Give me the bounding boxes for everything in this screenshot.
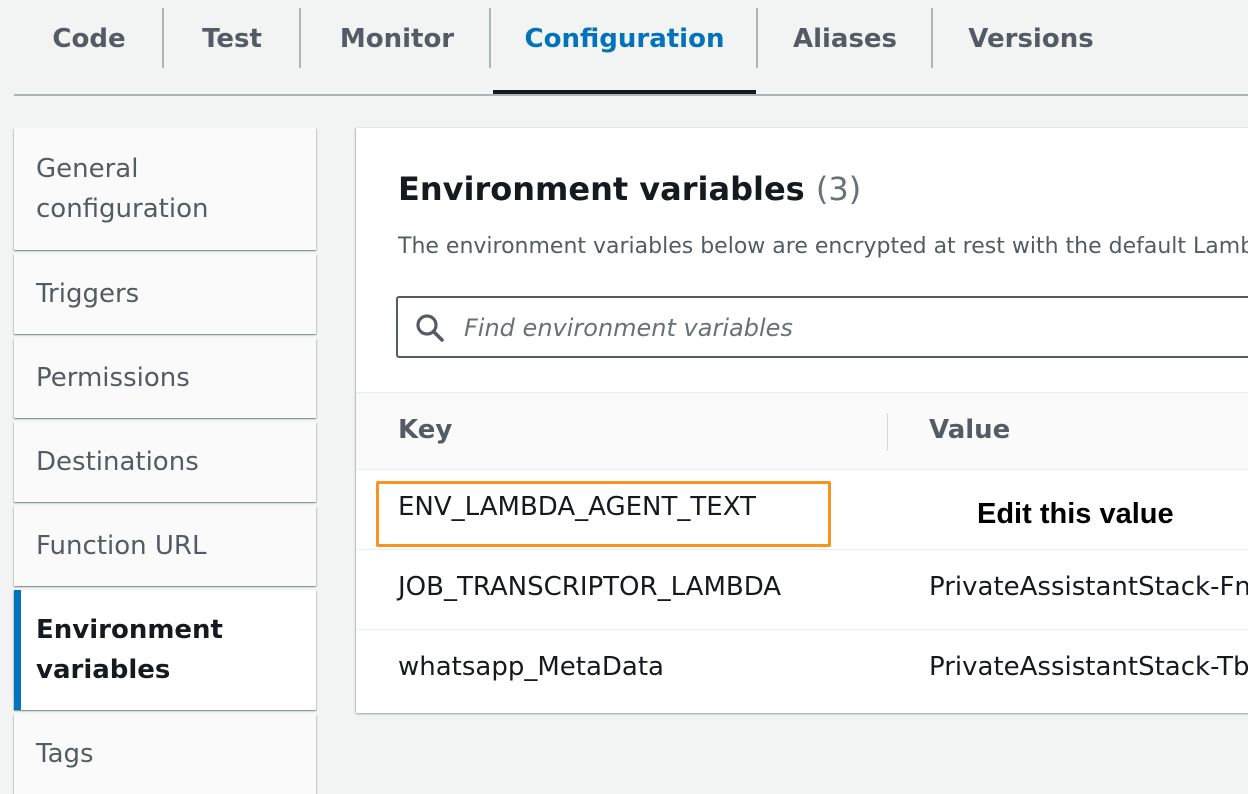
sidenav-item-label: Destinations	[36, 447, 199, 477]
sidenav-item-tags[interactable]: Tags	[14, 714, 316, 794]
tab-aliases[interactable]: Aliases	[772, 0, 918, 96]
tab-divider	[299, 8, 301, 68]
tab-code[interactable]: Code	[30, 0, 148, 96]
table-row: whatsapp_MetaData PrivateAssistantStack-…	[356, 630, 1248, 710]
panel-title-text: Environment variables	[398, 170, 805, 208]
sidenav-item-triggers[interactable]: Triggers	[14, 254, 316, 334]
sidenav-item-environment-variables[interactable]: Environment variables	[14, 590, 316, 710]
table-header: Key Value	[356, 392, 1248, 470]
tab-configuration[interactable]: Configuration	[493, 0, 756, 96]
tab-bar-underline	[14, 94, 1248, 96]
column-divider	[887, 413, 888, 451]
variable-key: whatsapp_MetaData	[398, 652, 664, 682]
sidenav-item-general-configuration[interactable]: General configuration	[14, 128, 316, 250]
column-header-value[interactable]: Value	[929, 415, 1010, 445]
variable-value: PrivateAssistantStack-Fna	[929, 572, 1248, 602]
tab-test[interactable]: Test	[176, 0, 288, 96]
search-box[interactable]	[396, 296, 1248, 358]
sidenav-item-function-url[interactable]: Function URL	[14, 506, 316, 586]
table-row: JOB_TRANSCRIPTOR_LAMBDA PrivateAssistant…	[356, 550, 1248, 630]
sidenav-item-label: Environment variables	[36, 615, 223, 685]
sidenav-item-permissions[interactable]: Permissions	[14, 338, 316, 418]
tab-divider	[756, 8, 758, 68]
sidenav-item-label: Triggers	[36, 279, 140, 309]
variable-count: (3)	[815, 170, 862, 208]
tab-divider	[489, 8, 491, 68]
sidenav-item-label: Permissions	[36, 363, 190, 393]
tab-divider	[162, 8, 164, 68]
search-input[interactable]	[462, 298, 1246, 358]
tab-bar: Code Test Monitor Configuration Aliases …	[0, 0, 1248, 96]
sidenav-item-destinations[interactable]: Destinations	[14, 422, 316, 502]
variable-key: JOB_TRANSCRIPTOR_LAMBDA	[398, 572, 782, 602]
column-header-key[interactable]: Key	[398, 415, 452, 445]
tab-divider	[931, 8, 933, 68]
panel-description: The environment variables below are encr…	[398, 234, 1248, 259]
tab-monitor[interactable]: Monitor	[316, 0, 478, 96]
panel-title: Environment variables (3)	[398, 170, 861, 208]
highlight-box	[376, 481, 831, 547]
annotation-text: Edit this value	[977, 498, 1174, 530]
sidenav-item-label: Tags	[36, 739, 94, 769]
variable-value: PrivateAssistantStack-Tbl	[929, 652, 1248, 682]
tab-versions[interactable]: Versions	[950, 0, 1112, 96]
side-navigation: General configuration Triggers Permissio…	[14, 128, 318, 794]
environment-variables-panel: Environment variables (3) The environmen…	[356, 128, 1248, 713]
search-icon	[416, 314, 444, 342]
sidenav-item-label: Function URL	[36, 531, 207, 561]
sidenav-item-label: General configuration	[36, 154, 209, 224]
